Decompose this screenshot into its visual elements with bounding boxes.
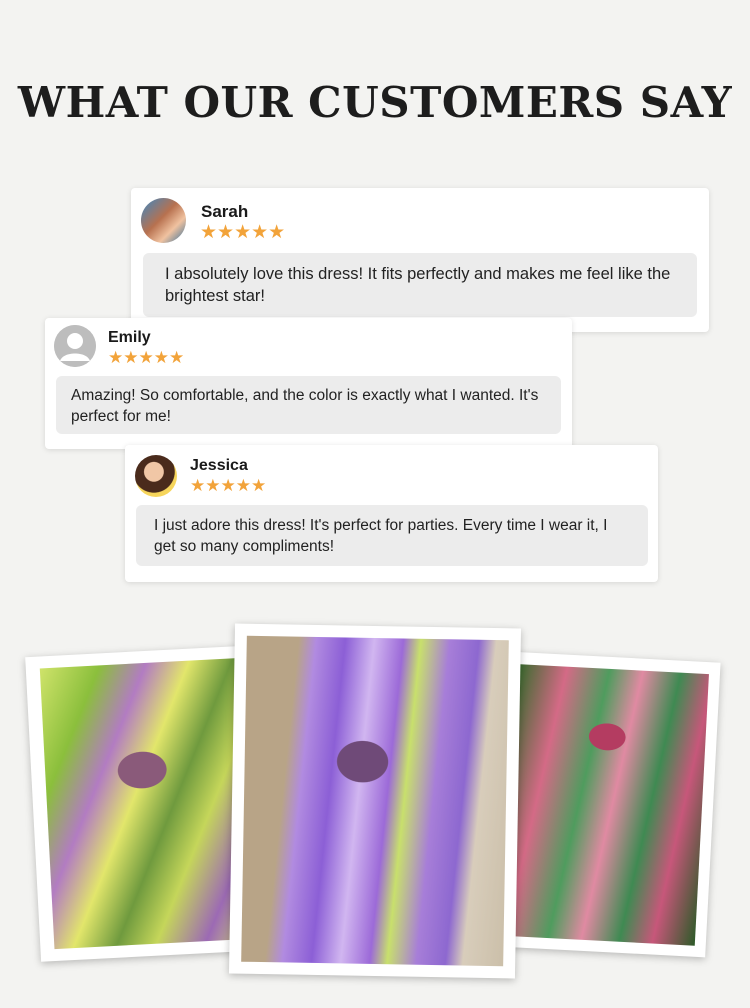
avatar bbox=[54, 325, 96, 367]
review-card-jessica: Jessica ★★★★★ I just adore this dress! I… bbox=[125, 445, 658, 582]
review-text: I absolutely love this dress! It fits pe… bbox=[143, 253, 697, 317]
customer-photo-3 bbox=[494, 651, 721, 958]
review-card-emily: Emily ★★★★★ Amazing! So comfortable, and… bbox=[45, 318, 572, 449]
star-rating: ★★★★★ bbox=[108, 348, 185, 367]
reviewer-name: Sarah bbox=[201, 202, 249, 221]
review-text: Amazing! So comfortable, and the color i… bbox=[56, 376, 561, 434]
star-rating: ★★★★★ bbox=[190, 476, 267, 495]
avatar bbox=[141, 198, 186, 243]
reviewer-name: Jessica bbox=[190, 457, 248, 474]
default-user-icon bbox=[54, 325, 96, 367]
dress-photo bbox=[39, 657, 257, 950]
avatar bbox=[135, 455, 177, 497]
dress-photo bbox=[505, 664, 709, 946]
review-text: I just adore this dress! It's perfect fo… bbox=[136, 505, 648, 566]
customer-photo-2 bbox=[228, 623, 522, 979]
star-rating: ★★★★★ bbox=[200, 222, 286, 243]
section-heading: WHAT OUR CUSTOMERS SAY bbox=[17, 78, 733, 127]
reviewer-name: Emily bbox=[108, 329, 151, 346]
review-card-sarah: Sarah ★★★★★ I absolutely love this dress… bbox=[131, 188, 709, 332]
dress-photo bbox=[241, 635, 509, 967]
